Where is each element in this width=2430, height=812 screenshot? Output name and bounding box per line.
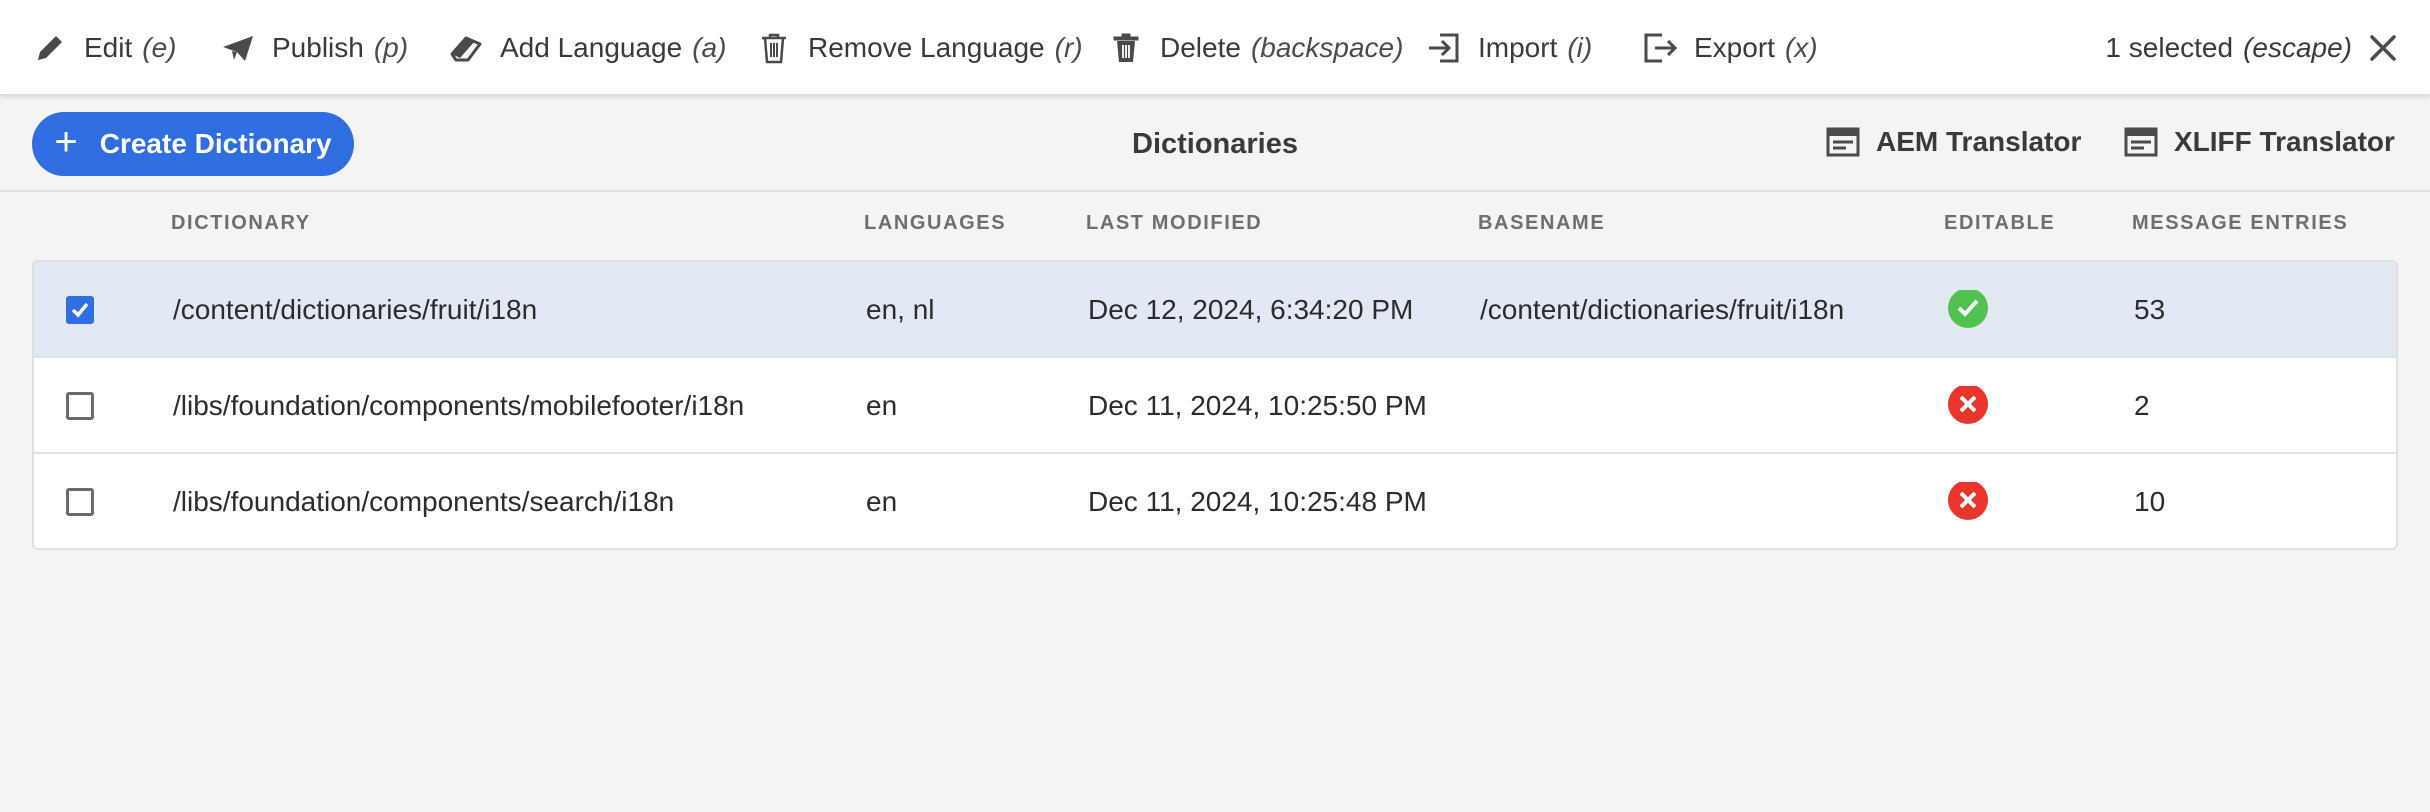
x-circle-icon — [1948, 482, 1988, 520]
column-header-message-entries[interactable]: MESSAGE ENTRIES — [2132, 212, 2348, 235]
basename-cell: /content/dictionaries/fruit/i18n — [1480, 294, 1845, 325]
aem-translator-button[interactable]: AEM Translator — [1826, 96, 2081, 188]
languages-cell: en, nl — [866, 294, 935, 325]
editable-cell — [1948, 262, 1988, 358]
import-button[interactable]: Import (i) — [1426, 0, 1592, 95]
last-modified-cell: Dec 11, 2024, 10:25:50 PM — [1088, 390, 1427, 421]
aem-translator-label: AEM Translator — [1876, 126, 2082, 157]
delete-shortcut: (backspace) — [1250, 31, 1404, 63]
dictionary-cell[interactable]: /libs/foundation/components/search/i18n — [173, 454, 674, 548]
remove-language-shortcut: (r) — [1054, 31, 1083, 63]
column-header-editable[interactable]: EDITABLE — [1944, 212, 2055, 235]
table-row[interactable]: /content/dictionaries/fruit/i18n en, nl … — [34, 262, 2396, 358]
last-modified-cell: Dec 12, 2024, 6:34:20 PM — [1088, 294, 1414, 325]
publish-button[interactable]: Publish (p) — [220, 0, 408, 95]
export-shortcut: (x) — [1784, 31, 1818, 63]
editable-cell — [1948, 358, 1988, 454]
column-header-last-modified[interactable]: LAST MODIFIED — [1086, 212, 1262, 235]
trash-icon — [1113, 33, 1139, 62]
edit-shortcut: (e) — [142, 31, 177, 63]
add-language-shortcut: (a) — [692, 31, 727, 63]
plus-icon: + — [54, 120, 78, 164]
paper-plane-icon — [223, 35, 253, 61]
delete-button[interactable]: Delete (backspace) — [1108, 0, 1403, 95]
create-dictionary-label: Create Dictionary — [99, 128, 332, 159]
edit-button[interactable]: Edit (e) — [32, 0, 176, 95]
row-checkbox[interactable] — [66, 296, 94, 324]
message-entries-cell: 2 — [2134, 390, 2150, 421]
languages-cell: en — [866, 390, 898, 421]
row-checkbox[interactable] — [66, 392, 94, 420]
publish-shortcut: (p) — [373, 31, 409, 63]
table-row[interactable]: /libs/foundation/components/mobilefooter… — [34, 358, 2396, 454]
import-label: Import — [1478, 31, 1558, 63]
dictionary-cell[interactable]: /libs/foundation/components/mobilefooter… — [173, 358, 744, 454]
selection-shortcut: (escape) — [2243, 31, 2352, 63]
add-language-button[interactable]: Add Language (a) — [448, 0, 726, 95]
edit-label: Edit — [84, 31, 133, 63]
export-button[interactable]: Export (x) — [1642, 0, 1818, 95]
message-entries-cell: 10 — [2134, 486, 2166, 517]
xliff-translator-label: XLIFF Translator — [2174, 126, 2395, 157]
row-checkbox[interactable] — [66, 488, 94, 516]
remove-language-label: Remove Language — [808, 31, 1045, 63]
check-circle-icon — [1948, 290, 1988, 328]
last-modified-cell: Dec 11, 2024, 10:25:48 PM — [1088, 486, 1427, 517]
checkmark-icon — [71, 302, 89, 318]
title-bar: Dictionaries + Create Dictionary AEM Tra… — [0, 96, 2430, 192]
add-language-label: Add Language — [500, 31, 683, 63]
editable-cell — [1948, 454, 1988, 548]
delete-label: Delete — [1160, 31, 1241, 63]
trash-outline-icon — [762, 33, 786, 63]
create-dictionary-button[interactable]: + Create Dictionary — [32, 112, 354, 176]
eraser-icon — [450, 36, 482, 61]
dictionary-table: /content/dictionaries/fruit/i18n en, nl … — [32, 260, 2398, 550]
column-header-basename[interactable]: BASENAME — [1478, 212, 1605, 235]
import-icon — [1429, 33, 1459, 62]
table-row[interactable]: /libs/foundation/components/search/i18n … — [34, 454, 2396, 548]
action-bar: Edit (e) Publish (p) Add Language (a) Re… — [0, 0, 2430, 95]
dictionary-cell[interactable]: /content/dictionaries/fruit/i18n — [173, 262, 537, 358]
publish-label: Publish — [272, 31, 364, 63]
translator-icon — [2124, 127, 2158, 157]
column-header-languages[interactable]: LANGUAGES — [864, 212, 1006, 235]
remove-language-button[interactable]: Remove Language (r) — [756, 0, 1083, 95]
message-entries-cell: 53 — [2134, 294, 2166, 325]
languages-cell: en — [866, 486, 898, 517]
import-shortcut: (i) — [1567, 31, 1593, 63]
translator-icon — [1826, 127, 1860, 157]
xliff-translator-button[interactable]: XLIFF Translator — [2124, 96, 2395, 188]
x-circle-icon — [1948, 386, 1988, 424]
selection-status: 1 selected (escape) — [2105, 0, 2398, 95]
export-icon — [1644, 33, 1678, 62]
pencil-icon — [38, 35, 62, 60]
column-header-dictionary[interactable]: DICTIONARY — [171, 212, 311, 235]
export-label: Export — [1694, 31, 1775, 63]
selection-count: 1 selected — [2105, 31, 2234, 63]
close-icon[interactable] — [2368, 33, 2398, 63]
